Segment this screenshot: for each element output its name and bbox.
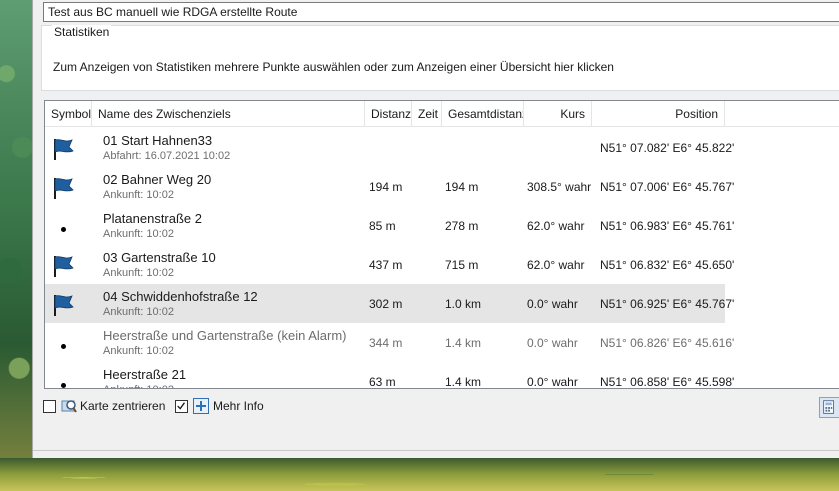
waypoint-course: 62.0° wahr xyxy=(527,219,585,233)
waypoint-position: N51° 06.832' E6° 45.650' xyxy=(600,258,735,272)
column-header-distance[interactable]: Distanz xyxy=(365,101,412,127)
window-bottom-edge xyxy=(33,450,839,458)
waypoint-arrival: Ankunft: 10:02 xyxy=(103,228,174,240)
checkmark-icon xyxy=(177,402,186,410)
calculator-button[interactable] xyxy=(819,397,839,418)
waypoint-name: Heerstraße und Gartenstraße (kein Alarm) xyxy=(103,328,347,343)
table-row[interactable]: 01 Start Hahnen33 Abfahrt: 16.07.2021 10:… xyxy=(45,128,734,167)
waypoint-position: N51° 07.082' E6° 45.822' xyxy=(600,141,735,155)
waypoint-arrival: Abfahrt: 16.07.2021 10:02 xyxy=(103,150,231,162)
route-name-input[interactable]: Test aus BC manuell wie RDGA erstellte R… xyxy=(43,2,839,22)
waypoint-total-distance: 1.4 km xyxy=(445,336,482,350)
table-row[interactable]: 03 Gartenstraße 10 Ankunft: 10:02 437 m 715… xyxy=(45,245,734,284)
waypoint-name: 04 Schwiddenhofstraße 12 xyxy=(103,289,258,304)
column-header-position[interactable]: Position xyxy=(592,101,725,127)
table-row[interactable]: 02 Bahner Weg 20 Ankunft: 10:02 194 m 194 m… xyxy=(45,167,734,206)
table-row[interactable]: Platanenstraße 2 Ankunft: 10:02 85 m 278 m 6… xyxy=(45,206,734,245)
waypoint-course: 308.5° wahr xyxy=(527,180,592,194)
column-header-course[interactable]: Kurs xyxy=(524,101,592,127)
waypoint-course: 0.0° wahr xyxy=(527,336,578,350)
waypoint-name: 02 Bahner Weg 20 xyxy=(103,172,212,187)
info-plus-icon xyxy=(193,398,209,414)
waypoint-distance: 344 m xyxy=(369,336,403,350)
waypoint-table[interactable]: Symbol Name des Zwischenziels Distanz Ze… xyxy=(44,100,839,389)
waypoint-total-distance: 1.4 km xyxy=(445,375,482,389)
waypoint-position: N51° 07.006' E6° 45.767' xyxy=(600,180,735,194)
column-header-name[interactable]: Name des Zwischenziels xyxy=(92,101,365,127)
desktop-wallpaper-left xyxy=(0,0,32,491)
center-map-label[interactable]: Karte zentrieren xyxy=(80,399,165,413)
waypoint-total-distance: 1.0 km xyxy=(445,297,482,311)
calculator-icon xyxy=(823,400,835,414)
waypoint-course: 62.0° wahr xyxy=(527,258,585,272)
table-row[interactable]: Heerstraße und Gartenstraße (kein Alarm)… xyxy=(45,323,734,362)
waypoint-position: N51° 06.983' E6° 45.761' xyxy=(600,219,735,233)
column-header-time[interactable]: Zeit xyxy=(412,101,442,127)
more-info-checkbox[interactable] xyxy=(175,400,188,413)
waypoint-distance: 302 m xyxy=(369,297,403,311)
waypoint-arrival: Ankunft: 10:02 xyxy=(103,267,174,279)
waypoint-arrival: Ankunft: 10:02 xyxy=(103,384,174,388)
waypoint-name: Platanenstraße 2 xyxy=(103,211,203,226)
waypoint-total-distance: 194 m xyxy=(445,180,479,194)
column-header-symbol[interactable]: Symbol xyxy=(45,101,92,127)
waypoint-dot-icon xyxy=(61,344,66,349)
table-row[interactable]: Heerstraße 21 Ankunft: 10:02 63 m 1.4 km 0.0… xyxy=(45,362,734,389)
waypoint-distance: 437 m xyxy=(369,258,403,272)
flag-icon xyxy=(54,139,74,160)
table-header: Symbol Name des Zwischenziels Distanz Ze… xyxy=(45,101,839,127)
center-map-checkbox[interactable] xyxy=(43,400,56,413)
waypoint-course: 0.0° wahr xyxy=(527,375,578,389)
map-magnifier-icon xyxy=(61,400,77,413)
waypoint-name: Heerstraße 21 xyxy=(103,367,187,382)
waypoint-distance: 63 m xyxy=(369,375,396,389)
waypoint-arrival: Ankunft: 10:02 xyxy=(103,189,174,201)
waypoint-arrival: Ankunft: 10:02 xyxy=(103,306,174,318)
waypoint-distance: 85 m xyxy=(369,219,396,233)
waypoint-distance: 194 m xyxy=(369,180,403,194)
flag-icon xyxy=(54,256,74,277)
waypoint-dot-icon xyxy=(61,383,66,388)
flag-icon xyxy=(54,295,74,316)
more-info-label[interactable]: Mehr Info xyxy=(213,399,264,413)
waypoint-position: N51° 06.858' E6° 45.598' xyxy=(600,375,735,389)
column-header-total[interactable]: Gesamtdistanz xyxy=(442,101,524,127)
table-row[interactable]: 04 Schwiddenhofstraße 12 Ankunft: 10:02 30… xyxy=(45,284,734,323)
waypoint-course: 0.0° wahr xyxy=(527,297,578,311)
waypoint-name: 03 Gartenstraße 10 xyxy=(103,250,216,265)
waypoint-position: N51° 06.925' E6° 45.767' xyxy=(600,297,735,311)
waypoint-total-distance: 715 m xyxy=(445,258,479,272)
waypoint-arrival: Ankunft: 10:02 xyxy=(103,345,174,357)
waypoint-position: N51° 06.826' E6° 45.616' xyxy=(600,336,735,350)
statistics-group[interactable]: Statistiken Zum Anzeigen von Statistiken… xyxy=(41,25,839,91)
waypoint-dot-icon xyxy=(61,227,66,232)
statistics-legend: Statistiken xyxy=(52,25,112,39)
waypoint-total-distance: 278 m xyxy=(445,219,479,233)
desktop-wallpaper-bottom xyxy=(0,458,839,491)
options-bar: Karte zentrieren Mehr Info xyxy=(43,398,543,418)
route-window: Test aus BC manuell wie RDGA erstellte R… xyxy=(32,0,839,458)
waypoint-name: 01 Start Hahnen33 xyxy=(103,133,213,148)
statistics-hint[interactable]: Zum Anzeigen von Statistiken mehrere Pun… xyxy=(53,60,614,74)
flag-icon xyxy=(54,178,74,199)
